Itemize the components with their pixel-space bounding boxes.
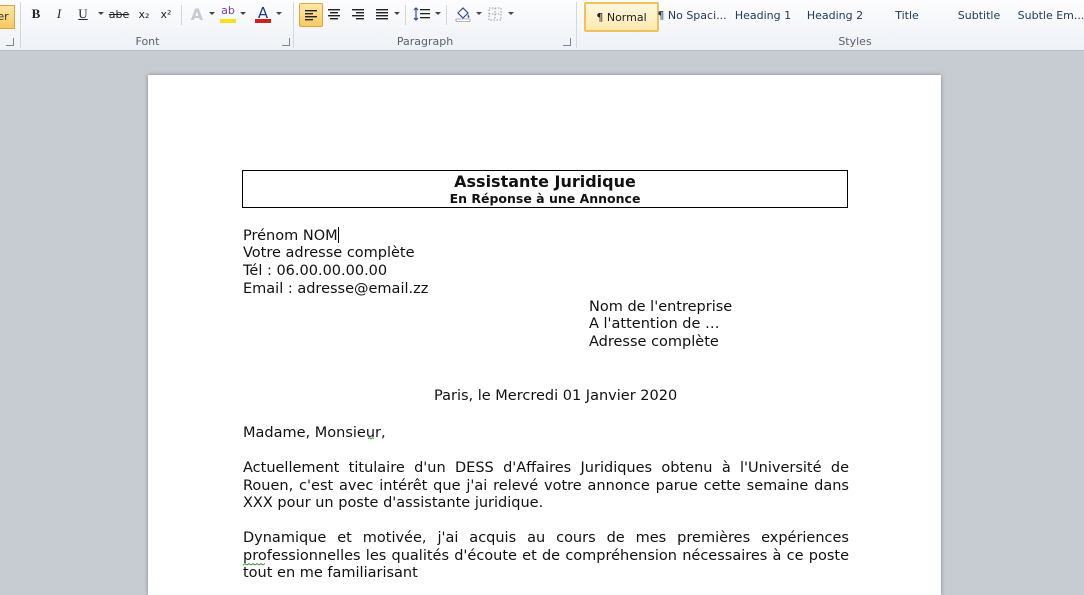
- style-subtle-emphasis[interactable]: Subtle Em...: [1018, 2, 1084, 28]
- document-title: Assistante Juridique: [454, 172, 636, 191]
- font-color-dropdown-icon[interactable]: [276, 12, 282, 15]
- justify-dropdown-icon[interactable]: [394, 12, 400, 15]
- paragraph-2[interactable]: Dynamique et motivée, j'ai acquis au cou…: [243, 530, 849, 583]
- style-normal[interactable]: ¶ Normal: [584, 2, 659, 32]
- style-no-spacing[interactable]: ¶ No Spaci...: [657, 2, 727, 28]
- justify-icon: [376, 9, 388, 20]
- shading-button[interactable]: [453, 4, 473, 24]
- superscript-button[interactable]: x²: [157, 4, 175, 24]
- sender-name-line[interactable]: Prénom NOM: [243, 227, 339, 245]
- align-center-button[interactable]: [325, 4, 343, 24]
- grammar-squiggle-icon: [243, 563, 265, 566]
- group-separator: [293, 2, 294, 48]
- italic-button[interactable]: I: [51, 4, 67, 24]
- borders-button[interactable]: [486, 4, 504, 24]
- title-box: Assistante Juridique En Réponse à une An…: [242, 170, 848, 208]
- text-effects-dropdown-icon[interactable]: [209, 12, 215, 15]
- borders-dropdown-icon[interactable]: [508, 12, 514, 15]
- font-group-label: Font: [135, 35, 160, 48]
- divider: [405, 5, 406, 25]
- line-spacing-dropdown-icon[interactable]: [435, 12, 441, 15]
- highlight-label: ab: [221, 4, 235, 17]
- sender-name: Prénom NOM: [243, 228, 338, 244]
- paint-bucket-icon: [455, 7, 471, 22]
- strikethrough-button[interactable]: abe: [108, 4, 130, 24]
- paragraph-1[interactable]: Actuellement titulaire d'un DESS d'Affai…: [243, 460, 849, 513]
- underline-button[interactable]: U: [75, 4, 91, 24]
- bold-button[interactable]: B: [28, 4, 44, 24]
- sender-email[interactable]: Email : adresse@email.zz: [243, 280, 428, 298]
- style-title[interactable]: Title: [874, 2, 940, 28]
- style-heading-2[interactable]: Heading 2: [802, 2, 868, 28]
- sender-phone[interactable]: Tél : 06.00.00.00.00: [243, 262, 387, 280]
- group-separator: [20, 2, 21, 48]
- style-subtitle[interactable]: Subtitle: [946, 2, 1012, 28]
- ribbon: ter B I U abe x₂ x² A ab A Font: [0, 0, 1084, 51]
- font-dialog-launcher-icon[interactable]: [282, 38, 290, 46]
- font-color-swatch: [255, 19, 271, 23]
- text-effects-button[interactable]: A: [188, 4, 206, 24]
- recipient-address[interactable]: Adresse complète: [589, 333, 719, 351]
- group-separator: [576, 2, 577, 48]
- paragraph-dialog-launcher-icon[interactable]: [563, 38, 571, 46]
- styles-group-label: Styles: [838, 35, 872, 48]
- document-page[interactable]: Assistante Juridique En Réponse à une An…: [148, 75, 941, 595]
- line-spacing-button[interactable]: [412, 4, 432, 24]
- align-right-icon: [352, 9, 364, 20]
- subscript-button[interactable]: x₂: [135, 4, 153, 24]
- date-line[interactable]: Paris, le Mercredi 01 Janvier 2020: [434, 387, 677, 405]
- align-left-button[interactable]: [299, 3, 323, 27]
- shading-dropdown-icon[interactable]: [476, 12, 482, 15]
- text-cursor: [337, 227, 339, 243]
- align-right-button[interactable]: [349, 4, 367, 24]
- paragraph-group-label: Paragraph: [396, 35, 454, 48]
- align-left-icon: [305, 10, 317, 21]
- grammar-squiggle-icon: [368, 437, 374, 440]
- line-spacing-icon: [413, 7, 430, 21]
- justify-button[interactable]: [373, 4, 391, 24]
- align-center-icon: [328, 9, 340, 20]
- highlight-dropdown-icon[interactable]: [240, 12, 246, 15]
- underline-dropdown-icon[interactable]: [98, 12, 104, 15]
- document-subtitle: En Réponse à une Annonce: [449, 191, 641, 206]
- clipboard-dialog-launcher-icon[interactable]: [6, 38, 14, 46]
- recipient-attention[interactable]: A l'attention de …: [589, 315, 720, 333]
- style-cutoff-button[interactable]: ter: [0, 5, 15, 29]
- divider: [446, 5, 447, 25]
- sender-address[interactable]: Votre adresse complète: [243, 244, 415, 262]
- highlight-color-swatch: [220, 19, 236, 23]
- salutation[interactable]: Madame, Monsieur,: [243, 424, 386, 442]
- borders-icon: [488, 7, 502, 21]
- style-heading-1[interactable]: Heading 1: [730, 2, 796, 28]
- recipient-company[interactable]: Nom de l'entreprise: [589, 298, 732, 316]
- divider: [181, 5, 182, 25]
